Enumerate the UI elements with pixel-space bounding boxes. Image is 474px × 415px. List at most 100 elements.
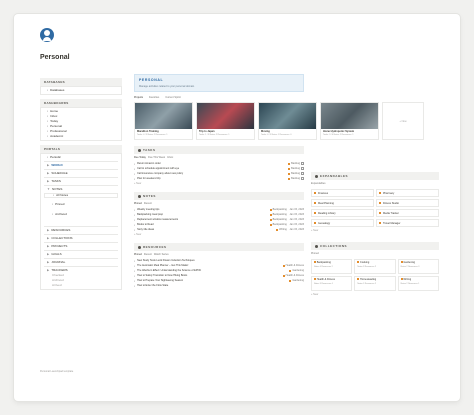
sidebar-item-academic[interactable]: ▪ Academic bbox=[44, 134, 118, 139]
note-icon: ▪ bbox=[53, 193, 55, 197]
collection-card[interactable]: Writing Notes 2 Resources 1 bbox=[397, 276, 439, 291]
new-collection-button[interactable]: + New bbox=[311, 291, 439, 298]
expandable-card[interactable]: Pharmacy bbox=[376, 189, 439, 197]
collection-card[interactable]: Cooking Notes 3 Resources 2 bbox=[354, 259, 396, 274]
sidebar-section-tasks[interactable]: ▶ TASKS bbox=[44, 179, 118, 184]
task-checkbox[interactable] bbox=[301, 167, 304, 170]
resources-header: RESOURCES bbox=[134, 243, 304, 251]
collections-header: COLLECTIONS bbox=[311, 242, 439, 250]
tab-inbox[interactable]: Inbox bbox=[167, 156, 173, 159]
task-checkbox[interactable] bbox=[301, 177, 304, 180]
project-card[interactable]: Marathon Training Tasks: 4 / 5 Notes: 2 … bbox=[134, 102, 193, 140]
user-icon[interactable] bbox=[40, 28, 54, 42]
sidebar-section-notes[interactable]: ▼ NOTES bbox=[44, 187, 118, 192]
tasks-icon bbox=[138, 148, 141, 152]
expandable-card[interactable]: Meal Planning bbox=[311, 199, 374, 207]
clock-icon: ▪ bbox=[47, 155, 49, 159]
personal-callout: PERSONAL Manage activities related to yo… bbox=[134, 74, 304, 92]
tab-recent[interactable]: Recent bbox=[144, 253, 152, 256]
triangle-icon: ▶ bbox=[47, 244, 50, 248]
sidebar-item-archived[interactable]: ▪ Archived bbox=[44, 209, 118, 219]
new-note-button[interactable]: + New bbox=[134, 232, 304, 237]
right-column: EXPANDABLES Expandables Finances Pharmac… bbox=[311, 172, 439, 298]
project-cover-image bbox=[197, 103, 254, 129]
sidebar-item-databases[interactable]: ▪ Databases bbox=[44, 88, 118, 93]
footer-text: Personal Launchpad template bbox=[40, 370, 74, 373]
expandables-grid: Finances Pharmacy Meal Planning Fitness … bbox=[311, 189, 439, 227]
task-checkbox[interactable] bbox=[301, 172, 304, 175]
expandable-card[interactable]: Media Tracker bbox=[376, 209, 439, 217]
triangle-icon: ▶ bbox=[47, 252, 50, 256]
project-card[interactable]: Trip to Japan Tasks: 1 / 3 Notes: 2 Reso… bbox=[196, 102, 255, 140]
cap-icon: ▪ bbox=[47, 134, 49, 138]
sidebar-section-resources[interactable]: ▶ RESOURCES bbox=[44, 228, 118, 233]
status-dot bbox=[288, 172, 291, 175]
project-gallery: Marathon Training Tasks: 4 / 5 Notes: 2 … bbox=[134, 102, 440, 140]
sidebar-item-arrived[interactable]: Arrived bbox=[44, 283, 118, 288]
resources-icon bbox=[138, 245, 141, 249]
status-dot bbox=[288, 167, 291, 170]
sidebar-section-journal[interactable]: ▶ JOURNAL bbox=[44, 260, 118, 265]
collection-card[interactable]: Health & Fitness Notes 3 Resources 4 bbox=[311, 276, 353, 291]
sidebar-section-collections[interactable]: ▶ COLLECTIONS bbox=[44, 236, 118, 241]
new-project-button[interactable]: + New bbox=[382, 102, 424, 140]
tab-pinned[interactable]: Pinned bbox=[134, 202, 142, 205]
tab-recent[interactable]: Recent bbox=[144, 202, 152, 205]
project-cover-image bbox=[135, 103, 192, 129]
tab-pinned-collections[interactable]: Pinned bbox=[311, 250, 439, 257]
collections-grid: Backpacking Notes 4 Resources 2 Cooking No… bbox=[311, 259, 439, 291]
sidebar-item-periodic[interactable]: ▪ Periodic bbox=[44, 155, 118, 160]
sidebar-item-pinned[interactable]: ▪ Pinned bbox=[44, 199, 118, 209]
new-task-button[interactable]: + New bbox=[134, 181, 304, 186]
collection-card[interactable]: Homesteading Notes 1 Resources 2 bbox=[354, 276, 396, 291]
tab-expandables[interactable]: Expandables bbox=[311, 180, 439, 187]
project-card[interactable]: Home Hydroponic System Tasks: 3 / 4 Note… bbox=[320, 102, 379, 140]
notes-header: NOTES bbox=[134, 192, 304, 200]
expandable-card[interactable]: Genealogy bbox=[311, 219, 374, 227]
database-icon: ▪ bbox=[47, 88, 49, 92]
triangle-icon: ▶ bbox=[47, 236, 50, 240]
resource-row[interactable]: ▪ How to Enter the Flow State bbox=[134, 283, 304, 288]
tab-due-this-week[interactable]: Due This Week bbox=[148, 156, 165, 159]
main-content: PERSONAL Manage activities related to yo… bbox=[134, 74, 424, 288]
tab-projects[interactable]: Projects bbox=[134, 96, 143, 99]
triangle-icon: ▶ bbox=[47, 179, 50, 183]
collections-icon bbox=[315, 244, 318, 248]
tab-due-today[interactable]: Due Today bbox=[134, 156, 146, 159]
triangle-down-icon: ▼ bbox=[47, 187, 50, 191]
databases-header: DATABASES bbox=[40, 78, 122, 86]
expandable-card[interactable]: Travel Manager bbox=[376, 219, 439, 227]
archive-icon: ▪ bbox=[52, 211, 54, 216]
sidebar-section-projects[interactable]: ▶ PROJECTS bbox=[44, 244, 118, 249]
new-expandable-button[interactable]: + New bbox=[311, 227, 439, 234]
sidebar-section-world[interactable]: ▶ WORLD bbox=[44, 163, 118, 168]
callout-title: PERSONAL bbox=[139, 78, 164, 82]
collection-card[interactable]: Gardening Notes 2 Resources 3 bbox=[397, 259, 439, 274]
tab-pinned[interactable]: Pinned bbox=[134, 253, 142, 256]
expandable-card[interactable]: Fitness Studio bbox=[376, 199, 439, 207]
project-card[interactable]: Moving Tasks: 4 / 5 Notes: 1 Resources: … bbox=[258, 102, 317, 140]
tab-watch-series[interactable]: Watch Series bbox=[154, 253, 169, 256]
gallery-tabs: Projects Favorites Current Sprint bbox=[134, 96, 440, 99]
page-title: Personal bbox=[40, 54, 70, 61]
pin-icon: ▪ bbox=[52, 201, 54, 206]
sidebar-item-all-notes[interactable]: ▪ All Notes bbox=[44, 193, 118, 198]
resources-tabs: Pinned Recent Watch Series bbox=[134, 251, 304, 258]
expandable-card[interactable]: Finances bbox=[311, 189, 374, 197]
tab-current-sprint[interactable]: Current Sprint bbox=[165, 96, 181, 99]
page-frame: Personal DATABASES ▪ Databases DASHBOARDS… bbox=[14, 14, 460, 401]
tasks-header: TASKS bbox=[134, 146, 304, 154]
expand-icon bbox=[315, 174, 318, 178]
dashboards-header: DASHBOARDS bbox=[40, 99, 122, 107]
project-cover-image bbox=[321, 103, 378, 129]
task-checkbox[interactable] bbox=[301, 162, 304, 165]
sidebar-section-schedule[interactable]: ▶ SCHEDULE bbox=[44, 171, 118, 176]
expandable-card[interactable]: Reading Library bbox=[311, 209, 374, 217]
triangle-icon: ▶ bbox=[47, 163, 50, 167]
project-cover-image bbox=[259, 103, 316, 129]
tab-favorites[interactable]: Favorites bbox=[149, 96, 159, 99]
expandables-header: EXPANDABLES bbox=[311, 172, 439, 180]
sidebar-section-goals[interactable]: ▶ GOALS bbox=[44, 252, 118, 257]
triangle-icon: ▶ bbox=[47, 260, 50, 264]
collection-card[interactable]: Backpacking Notes 4 Resources 2 bbox=[311, 259, 353, 274]
